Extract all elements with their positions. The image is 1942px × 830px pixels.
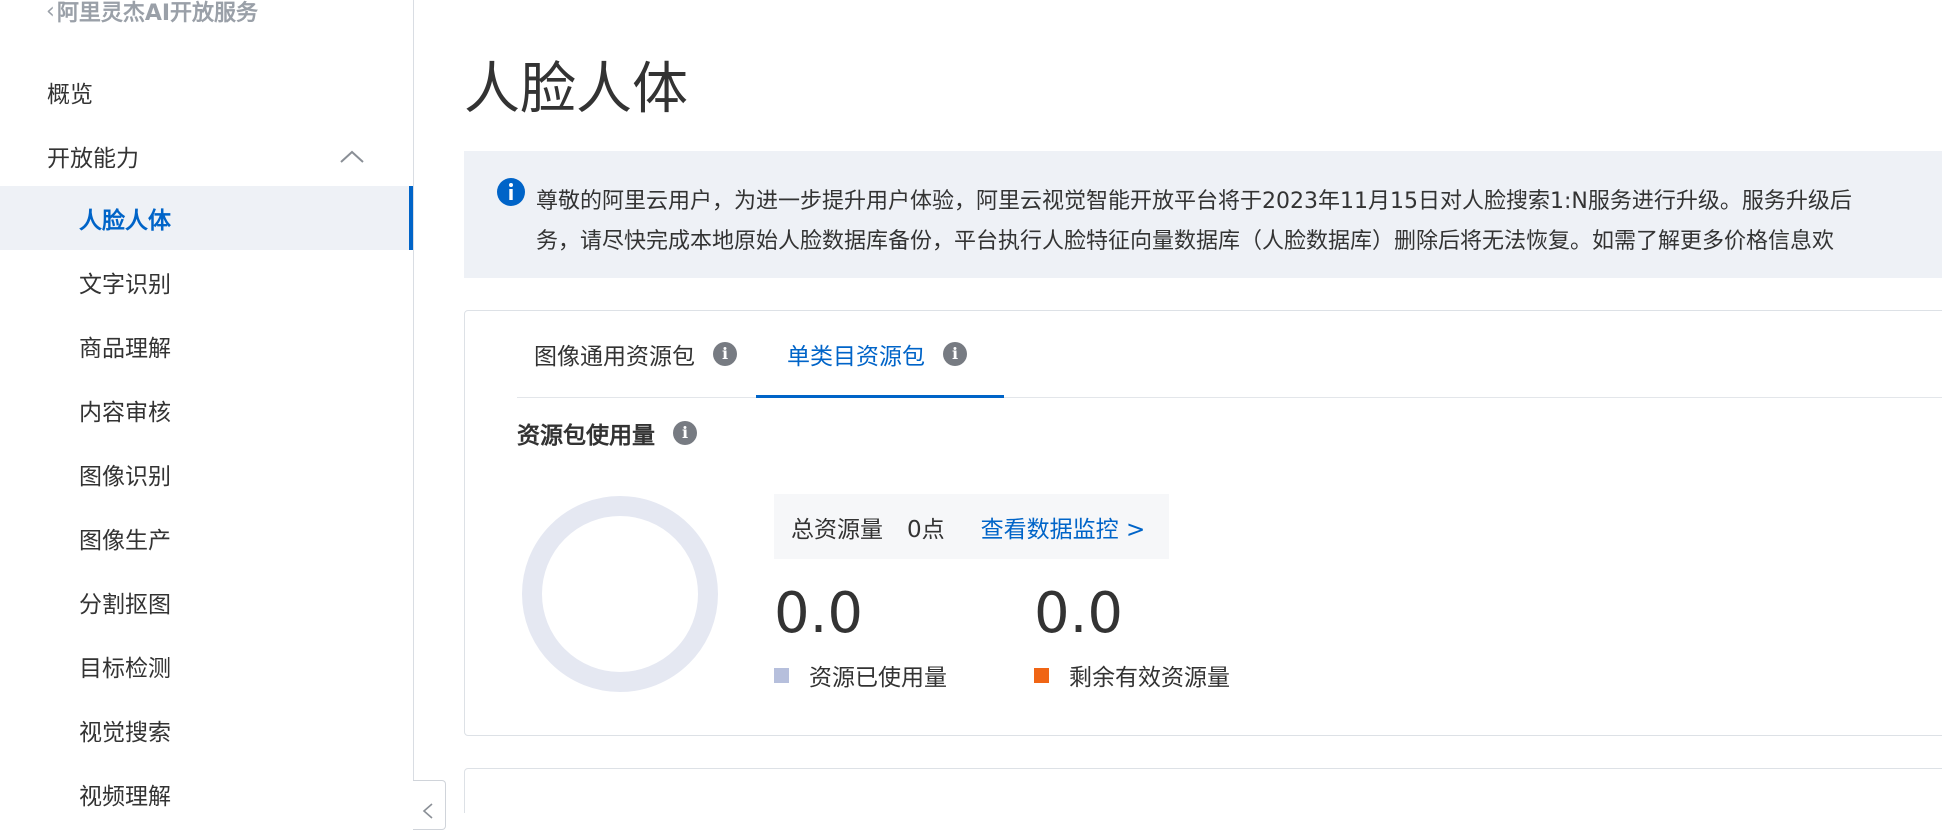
sidebar-item-label: 商品理解 [79,336,171,362]
info-icon[interactable]: i [713,342,737,366]
back-link-label: 阿里灵杰AI开放服务 [56,1,259,26]
chevron-left-icon: ‹ [46,0,55,24]
remaining-value: 0.0 [1034,581,1124,646]
info-icon [497,178,525,206]
tab-label: 图像通用资源包 [534,344,695,370]
sidebar-item-ocr[interactable]: 文字识别 [0,250,413,314]
notice-text-line-1: 尊敬的阿里云用户，为进一步提升用户体验，阿里云视觉智能开放平台将于2023年11… [536,189,1852,214]
usage-title-label: 资源包使用量 [517,423,655,449]
notice-banner: 尊敬的阿里云用户，为进一步提升用户体验，阿里云视觉智能开放平台将于2023年11… [464,151,1942,278]
donut-track [522,496,718,692]
sidebar: ‹ 阿里灵杰AI开放服务 概览 开放能力 人脸人体 文字识别 商品理解 内容审核… [0,0,414,813]
resource-card: 图像通用资源包 i 单类目资源包 i 资源包使用量 i 总资源量 0点 查看数据… [464,310,1942,736]
sidebar-item-label: 开放能力 [47,146,139,172]
sidebar-item-label: 文字识别 [79,272,171,298]
tab-label: 单类目资源包 [787,344,925,370]
tab-single-category-pack[interactable]: 单类目资源包 i [756,311,1004,398]
sidebar-item-product-understanding[interactable]: 商品理解 [0,314,413,378]
info-icon[interactable]: i [943,342,967,366]
used-stat: 0.0 资源已使用量 [774,586,947,692]
total-resource-value: 0点 [907,516,945,543]
used-swatch [774,667,789,683]
tab-general-resource-pack[interactable]: 图像通用资源包 i [517,311,756,397]
view-monitoring-link[interactable]: 查看数据监控 > [981,510,1146,544]
remaining-legend: 剩余有效资源量 [1034,658,1230,692]
used-legend: 资源已使用量 [774,658,947,692]
sidebar-item-label: 目标检测 [79,656,171,682]
usage-donut-chart [522,496,718,692]
sidebar-item-overview[interactable]: 概览 [0,60,413,124]
total-resource-label: 总资源量 [791,516,883,543]
chevron-up-icon [340,150,364,163]
sidebar-item-label: 视频理解 [79,784,171,810]
sidebar-item-segmentation[interactable]: 分割抠图 [0,570,413,634]
sidebar-item-face-body[interactable]: 人脸人体 [0,186,413,250]
usage-section-title: 资源包使用量 i [517,416,697,450]
sidebar-item-image-production[interactable]: 图像生产 [0,506,413,570]
sidebar-item-label: 人脸人体 [79,208,171,234]
sidebar-group-open-capabilities[interactable]: 开放能力 [0,124,413,188]
sidebar-item-label: 图像识别 [79,464,171,490]
main-content: 人脸人体 尊敬的阿里云用户，为进一步提升用户体验，阿里云视觉智能开放平台将于20… [414,0,1942,813]
sidebar-item-image-recognition[interactable]: 图像识别 [0,442,413,506]
sidebar-item-content-moderation[interactable]: 内容审核 [0,378,413,442]
total-resource-box: 总资源量 0点 查看数据监控 > [774,494,1169,559]
remaining-swatch [1034,667,1049,683]
sidebar-item-label: 图像生产 [79,528,171,554]
back-link[interactable]: ‹ 阿里灵杰AI开放服务 [46,0,258,27]
used-value: 0.0 [774,581,864,646]
info-icon[interactable]: i [673,421,697,445]
remaining-stat: 0.0 剩余有效资源量 [1034,586,1230,692]
sidebar-item-label: 概览 [47,82,93,108]
secondary-card [464,768,1942,813]
sidebar-item-object-detection[interactable]: 目标检测 [0,634,413,698]
remaining-label: 剩余有效资源量 [1069,665,1230,691]
page-title: 人脸人体 [464,57,688,122]
resource-tabs: 图像通用资源包 i 单类目资源包 i [517,311,1942,398]
sidebar-item-visual-search[interactable]: 视觉搜索 [0,698,413,762]
sidebar-item-label: 分割抠图 [79,592,171,618]
used-label: 资源已使用量 [809,665,947,691]
sidebar-item-label: 内容审核 [79,400,171,426]
sidebar-item-video-understanding[interactable]: 视频理解 [0,762,413,813]
sidebar-item-label: 视觉搜索 [79,720,171,746]
notice-text-line-2: 务，请尽快完成本地原始人脸数据库备份，平台执行人脸特征向量数据库（人脸数据库）删… [536,229,1835,254]
